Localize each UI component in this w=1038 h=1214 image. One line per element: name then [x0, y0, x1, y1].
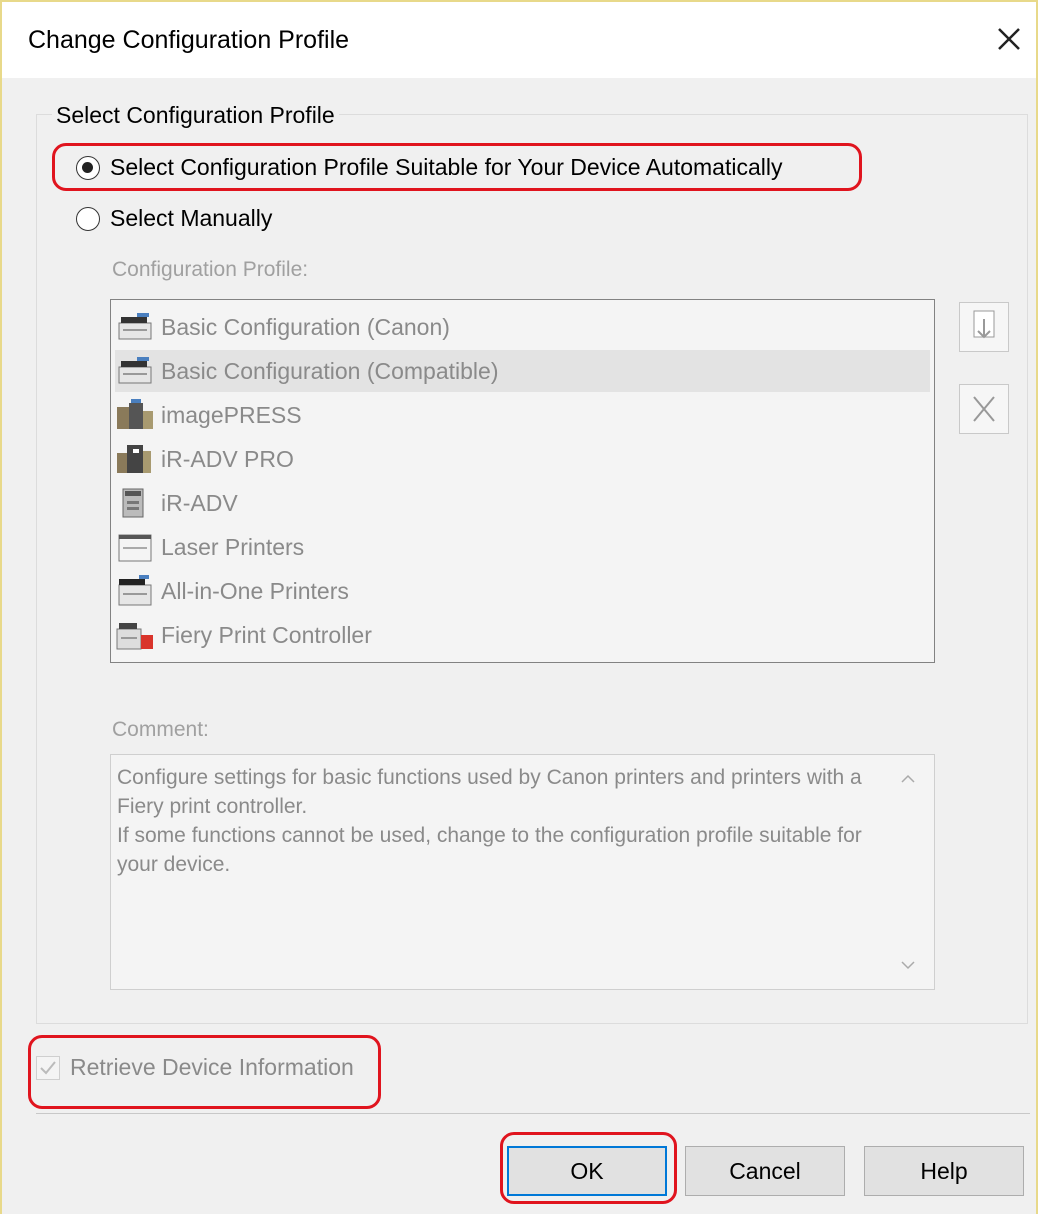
list-item-label: Fiery Print Controller [161, 621, 372, 648]
import-profile-button[interactable] [959, 302, 1009, 352]
production-printer-icon [115, 441, 155, 477]
printer-icon [115, 309, 155, 345]
dialog-window: Change Configuration Profile Select Conf… [0, 0, 1038, 1214]
radio-auto-select[interactable]: Select Configuration Profile Suitable fo… [76, 154, 782, 181]
list-item[interactable]: Laser Printers [115, 526, 930, 568]
list-item[interactable]: Fiery Print Controller [115, 614, 930, 656]
separator [36, 1113, 1030, 1114]
comment-text: Configure settings for basic functions u… [117, 763, 887, 879]
help-button[interactable]: Help [864, 1146, 1024, 1196]
configuration-profile-list[interactable]: Basic Configuration (Canon) Basic Config… [110, 299, 935, 663]
printer-icon [115, 353, 155, 389]
all-in-one-printer-icon [115, 573, 155, 609]
dialog-title: Change Configuration Profile [28, 26, 350, 54]
list-item-label: Laser Printers [161, 533, 305, 560]
comment-label: Comment: [112, 718, 209, 741]
fiery-controller-icon [115, 617, 155, 653]
radio-button-selected[interactable] [76, 155, 100, 180]
scroll-down-icon[interactable] [898, 955, 918, 975]
list-item-label: Basic Configuration (Canon) [161, 313, 450, 340]
list-item-selected[interactable]: Basic Configuration (Compatible) [115, 350, 930, 392]
configuration-profile-label: Configuration Profile: [112, 258, 309, 281]
radio-auto-label: Select Configuration Profile Suitable fo… [110, 154, 783, 180]
checkbox-checked[interactable] [36, 1055, 60, 1080]
delete-icon [973, 396, 995, 422]
comment-text-line2: If some functions cannot be used, change… [117, 824, 862, 876]
list-item[interactable]: imagePRESS [115, 394, 930, 436]
delete-profile-button[interactable] [959, 384, 1009, 434]
radio-select-manually[interactable]: Select Manually [76, 205, 272, 232]
retrieve-device-info-checkbox[interactable]: Retrieve Device Information [36, 1054, 354, 1081]
import-icon [973, 310, 995, 339]
ok-button[interactable]: OK [507, 1146, 667, 1196]
production-printer-icon [115, 397, 155, 433]
cancel-button[interactable]: Cancel [685, 1146, 845, 1196]
list-item-label: All-in-One Printers [161, 577, 349, 604]
list-item-label: imagePRESS [161, 401, 302, 428]
comment-text-line1: Configure settings for basic functions u… [117, 766, 862, 818]
radio-manual-label: Select Manually [110, 205, 273, 231]
list-item[interactable]: All-in-One Printers [115, 570, 930, 612]
title-bar: Change Configuration Profile [2, 2, 1036, 78]
radio-button-unselected[interactable] [76, 206, 100, 231]
laser-printer-icon [115, 529, 155, 565]
multifunction-printer-icon [115, 485, 155, 521]
comment-textbox[interactable]: Configure settings for basic functions u… [110, 754, 935, 990]
list-item[interactable]: iR-ADV [115, 482, 930, 524]
close-icon[interactable] [992, 22, 1026, 56]
groupbox-label: Select Configuration Profile [52, 102, 339, 129]
list-item-label: iR-ADV PRO [161, 445, 294, 472]
list-item-label: iR-ADV [161, 489, 238, 516]
list-item-label: Basic Configuration (Compatible) [161, 357, 499, 384]
list-item[interactable]: Basic Configuration (Canon) [115, 306, 930, 348]
checkbox-label: Retrieve Device Information [70, 1054, 354, 1080]
scroll-up-icon[interactable] [898, 769, 918, 789]
list-item[interactable]: iR-ADV PRO [115, 438, 930, 480]
